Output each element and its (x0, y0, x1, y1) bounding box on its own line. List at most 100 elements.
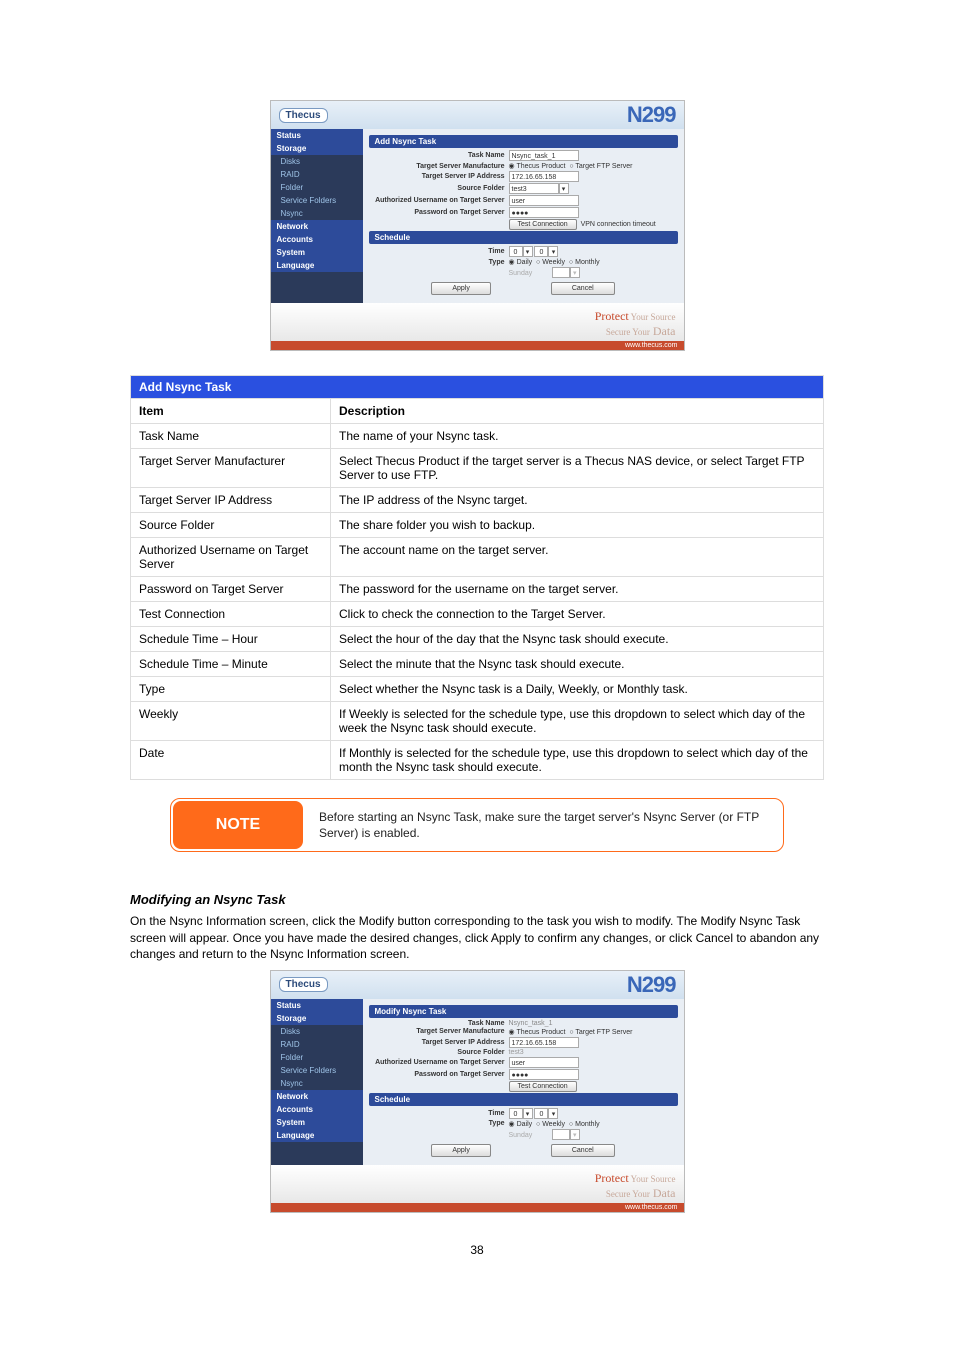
sidebar-status[interactable]: Status (271, 129, 363, 142)
cancel-button[interactable]: Cancel (551, 282, 615, 295)
date-select[interactable] (552, 267, 570, 278)
sidebar-item-service-folders[interactable]: Service Folders (271, 1064, 363, 1077)
task-name-label: Task Name (369, 1020, 509, 1027)
sidebar-system[interactable]: System (271, 246, 363, 259)
sidebar-network[interactable]: Network (271, 220, 363, 233)
radio-weekly[interactable]: ○ Weekly (536, 259, 565, 266)
sidebar-status[interactable]: Status (271, 999, 363, 1012)
sidebar-item-disks[interactable]: Disks (271, 155, 363, 168)
date-select[interactable] (552, 1129, 570, 1140)
table-row: Authorized Username on Target ServerThe … (131, 538, 824, 577)
modify-paragraph: On the Nsync Information screen, click t… (130, 913, 824, 962)
time-hour-select[interactable]: 0 (509, 1108, 523, 1119)
col-item: Item (131, 399, 331, 424)
panel-title: Add Nsync Task (369, 135, 678, 148)
footer-tagline: Protect Your Source Secure Your Data (271, 303, 684, 341)
footer-url: www.thecus.com (271, 1203, 684, 1212)
time-min-select[interactable]: 0 (534, 246, 548, 257)
chevron-down-icon[interactable]: ▾ (523, 246, 533, 257)
panel-title: Modify Nsync Task (369, 1005, 678, 1018)
table-row: Source FolderThe share folder you wish t… (131, 513, 824, 538)
ip-input[interactable]: 172.16.65.158 (509, 1037, 579, 1048)
table-row: Password on Target ServerThe password fo… (131, 577, 824, 602)
sidebar-accounts[interactable]: Accounts (271, 233, 363, 246)
footer-url: www.thecus.com (271, 341, 684, 350)
user-label: Authorized Username on Target Server (369, 197, 509, 204)
sidebar-storage[interactable]: Storage (271, 1012, 363, 1025)
sidebar-item-nsync[interactable]: Nsync (271, 207, 363, 220)
footer-tagline: Protect Your Source Secure Your Data (271, 1165, 684, 1203)
radio-monthly[interactable]: ○ Monthly (569, 1121, 600, 1128)
page-number: 38 (130, 1243, 824, 1257)
radio-daily[interactable]: ◉ Daily (509, 259, 533, 266)
radio-daily[interactable]: ◉ Daily (509, 1121, 533, 1128)
screenshot-modify-nsync: Thecus N299 Status Storage Disks RAID Fo… (270, 970, 685, 1213)
apply-button[interactable]: Apply (431, 282, 491, 295)
source-folder-select[interactable]: test3 (509, 183, 559, 194)
test-connection-button[interactable]: Test Connection (509, 219, 577, 230)
sidebar-accounts[interactable]: Accounts (271, 1103, 363, 1116)
radio-ftp[interactable]: ○ Target FTP Server (569, 163, 632, 170)
screenshot-add-nsync: Thecus N299 Status Storage Disks RAID Fo… (270, 100, 685, 351)
time-min-select[interactable]: 0 (534, 1108, 548, 1119)
chevron-down-icon[interactable]: ▾ (570, 267, 580, 278)
time-hour-select[interactable]: 0 (509, 246, 523, 257)
chevron-down-icon[interactable]: ▾ (570, 1129, 580, 1140)
vpn-status: VPN connection timeout (581, 221, 656, 228)
user-input[interactable]: user (509, 195, 579, 206)
chevron-down-icon[interactable]: ▾ (548, 246, 558, 257)
modify-heading: Modifying an Nsync Task (130, 892, 824, 907)
chevron-down-icon[interactable]: ▾ (548, 1108, 558, 1119)
sidebar-item-nsync[interactable]: Nsync (271, 1077, 363, 1090)
chevron-down-icon[interactable]: ▾ (559, 183, 569, 194)
cancel-button[interactable]: Cancel (551, 1144, 615, 1157)
table-row: Schedule Time – HourSelect the hour of t… (131, 627, 824, 652)
sidebar-system[interactable]: System (271, 1116, 363, 1129)
note-badge: NOTE (173, 801, 303, 849)
sidebar-item-disks[interactable]: Disks (271, 1025, 363, 1038)
time-label: Time (369, 1110, 509, 1117)
schedule-title: Schedule (369, 231, 678, 244)
radio-monthly[interactable]: ○ Monthly (569, 259, 600, 266)
product-name: N299 (627, 102, 676, 128)
sidebar-storage[interactable]: Storage (271, 142, 363, 155)
sidebar-network[interactable]: Network (271, 1090, 363, 1103)
test-connection-button[interactable]: Test Connection (509, 1081, 577, 1092)
sidebar-item-raid[interactable]: RAID (271, 168, 363, 181)
table-title: Add Nsync Task (131, 376, 824, 399)
task-name-input[interactable]: Nsync_task_1 (509, 150, 579, 161)
table-row: Schedule Time – MinuteSelect the minute … (131, 652, 824, 677)
pass-label: Password on Target Server (369, 1071, 509, 1078)
manufacture-label: Target Server Manufacture (369, 163, 509, 170)
sidebar-item-folder[interactable]: Folder (271, 1051, 363, 1064)
user-label: Authorized Username on Target Server (369, 1059, 509, 1066)
task-name-label: Task Name (369, 152, 509, 159)
pass-input[interactable]: ●●●● (509, 207, 579, 218)
source-folder-value: test3 (509, 1049, 524, 1056)
sidebar: Status Storage Disks RAID Folder Service… (271, 999, 363, 1165)
user-input[interactable]: user (509, 1057, 579, 1068)
sidebar-language[interactable]: Language (271, 1129, 363, 1142)
radio-thecus[interactable]: ◉ Thecus Product (509, 163, 566, 170)
radio-ftp[interactable]: ○ Target FTP Server (569, 1029, 632, 1036)
ip-label: Target Server IP Address (369, 1039, 509, 1046)
manufacture-label: Target Server Manufacture (369, 1028, 509, 1035)
schedule-title: Schedule (369, 1093, 678, 1106)
table-row: WeeklyIf Weekly is selected for the sche… (131, 702, 824, 741)
table-row: Test ConnectionClick to check the connec… (131, 602, 824, 627)
table-row: Target Server ManufacturerSelect Thecus … (131, 449, 824, 488)
logo: Thecus (279, 108, 328, 123)
type-label: Type (369, 259, 509, 266)
chevron-down-icon[interactable]: ▾ (523, 1108, 533, 1119)
sidebar-language[interactable]: Language (271, 259, 363, 272)
sidebar-item-folder[interactable]: Folder (271, 181, 363, 194)
apply-button[interactable]: Apply (431, 1144, 491, 1157)
radio-weekly[interactable]: ○ Weekly (536, 1121, 565, 1128)
pass-input[interactable]: ●●●● (509, 1069, 579, 1080)
ip-input[interactable]: 172.16.65.158 (509, 171, 579, 182)
radio-thecus[interactable]: ◉ Thecus Product (509, 1029, 566, 1036)
sidebar-item-service-folders[interactable]: Service Folders (271, 194, 363, 207)
table-row: Target Server IP AddressThe IP address o… (131, 488, 824, 513)
sidebar-item-raid[interactable]: RAID (271, 1038, 363, 1051)
logo: Thecus (279, 977, 328, 992)
